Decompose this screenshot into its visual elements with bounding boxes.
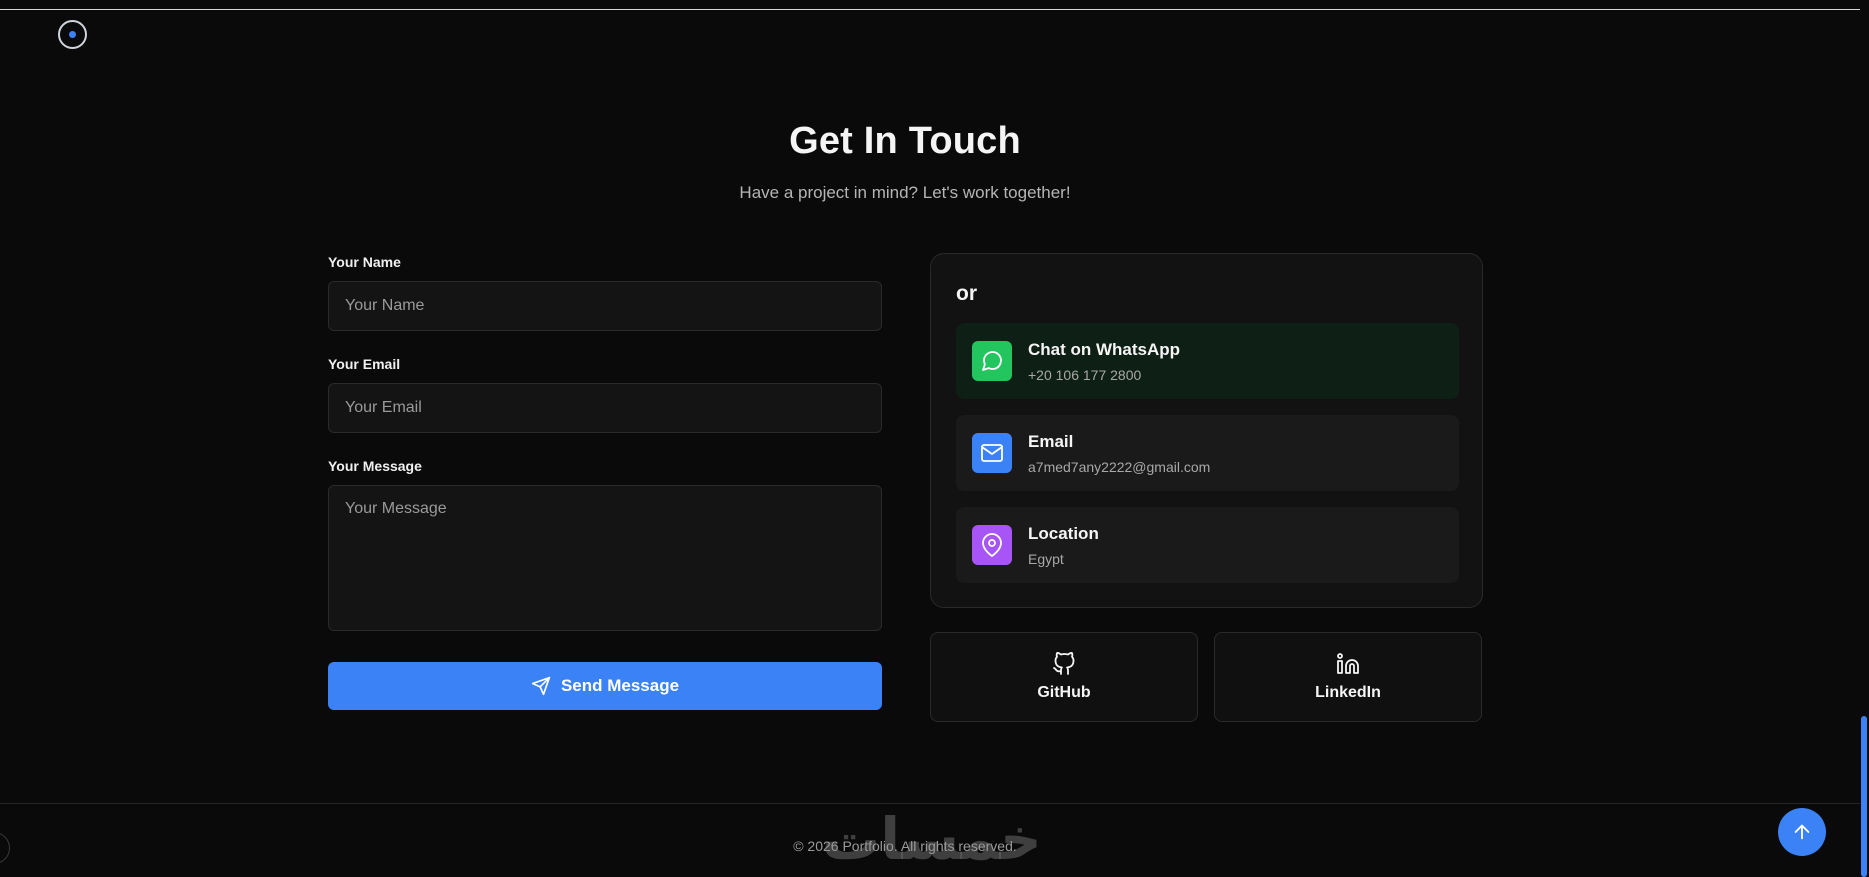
name-label: Your Name	[328, 254, 401, 270]
footer-copyright: © 2026 Portfolio. All rights reserved.	[793, 838, 1017, 854]
top-divider	[0, 9, 1860, 10]
send-icon	[531, 676, 551, 696]
contact-form: Your Name Your Email Your Message Send M…	[328, 253, 882, 710]
linkedin-link[interactable]: LinkedIn	[1214, 632, 1482, 722]
email-label: Your Email	[328, 356, 401, 372]
email-title: Email	[1028, 432, 1074, 451]
mail-icon	[972, 433, 1012, 473]
arrow-up-icon	[1794, 824, 1810, 840]
github-icon	[1053, 652, 1075, 675]
whatsapp-number: +20 106 177 2800	[1028, 367, 1142, 383]
email-address: a7med7any2222@gmail.com	[1028, 459, 1211, 475]
github-link[interactable]: GitHub	[930, 632, 1198, 722]
linkedin-icon	[1337, 653, 1359, 674]
page-subtitle: Have a project in mind? Let's work toget…	[739, 183, 1071, 202]
back-to-top-button[interactable]	[1778, 808, 1826, 856]
page: Get In Touch Have a project in mind? Let…	[0, 0, 1869, 877]
map-pin-icon	[972, 525, 1012, 565]
cursor-dot	[69, 31, 76, 38]
send-message-label: Send Message	[560, 676, 680, 695]
send-message-button[interactable]: Send Message	[328, 662, 882, 710]
linkedin-label: LinkedIn	[1315, 684, 1381, 701]
name-input[interactable]	[328, 281, 882, 331]
or-label: or	[956, 282, 977, 305]
message-input[interactable]	[328, 485, 882, 631]
location-title: Location	[1028, 524, 1099, 543]
location-item[interactable]: Location Egypt	[956, 507, 1459, 583]
cursor-ring-icon	[58, 20, 87, 49]
whatsapp-link[interactable]: Chat on WhatsApp +20 106 177 2800	[956, 323, 1459, 399]
contact-card: or Chat on WhatsApp +20 106 177 2800 Ema…	[930, 253, 1483, 608]
scrollbar-thumb[interactable]	[1861, 716, 1867, 877]
message-label: Your Message	[328, 458, 422, 474]
whatsapp-title: Chat on WhatsApp	[1028, 340, 1181, 359]
github-label: GitHub	[1037, 684, 1091, 701]
edge-circle	[0, 832, 10, 864]
email-link[interactable]: Email a7med7any2222@gmail.com	[956, 415, 1459, 491]
location-value: Egypt	[1028, 551, 1064, 567]
whatsapp-icon	[972, 341, 1012, 381]
page-title: Get In Touch	[789, 120, 1021, 162]
email-input[interactable]	[328, 383, 882, 433]
footer-divider	[0, 803, 1860, 804]
